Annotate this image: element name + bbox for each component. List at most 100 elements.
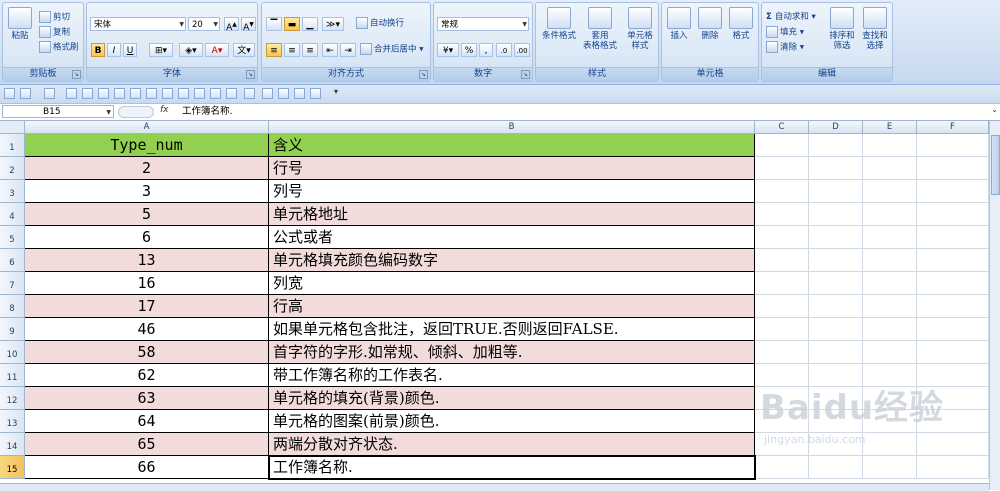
empty-cell[interactable] — [755, 364, 809, 387]
cell-styles-button[interactable]: 单元格 样式 — [622, 7, 658, 51]
toolbar-icon[interactable] — [178, 88, 189, 99]
cell-type-num[interactable]: 5 — [25, 203, 269, 226]
cell-type-num[interactable]: 2 — [25, 157, 269, 180]
conditional-format-button[interactable]: 条件格式 — [539, 7, 579, 41]
empty-cell[interactable] — [917, 456, 989, 479]
toolbar-icon[interactable] — [162, 88, 173, 99]
align-right-button[interactable]: ≡ — [302, 43, 318, 57]
row-header[interactable]: 7 — [0, 272, 25, 295]
column-header[interactable]: D — [809, 121, 863, 134]
empty-cell[interactable] — [755, 433, 809, 456]
alignment-launcher-icon[interactable]: ↘ — [419, 70, 428, 79]
empty-cell[interactable] — [809, 318, 863, 341]
font-size-combo[interactable]: 20 ▼ — [188, 17, 220, 31]
cell-meaning[interactable]: 单元格地址 — [269, 203, 755, 226]
cell-meaning[interactable]: 含义 — [269, 134, 755, 157]
empty-cell[interactable] — [809, 203, 863, 226]
empty-cell[interactable] — [755, 134, 809, 157]
cell-type-num[interactable]: 16 — [25, 272, 269, 295]
empty-cell[interactable] — [755, 272, 809, 295]
copy-button[interactable]: 复制 — [39, 26, 70, 39]
row-header[interactable]: 1 — [0, 134, 25, 157]
empty-cell[interactable] — [917, 134, 989, 157]
empty-cell[interactable] — [863, 341, 917, 364]
row-header[interactable]: 11 — [0, 364, 25, 387]
align-middle-button[interactable]: ▬ — [284, 17, 300, 31]
empty-cell[interactable] — [917, 226, 989, 249]
empty-cell[interactable] — [863, 456, 917, 479]
merge-center-button[interactable]: 合并后居中 ▾ — [360, 43, 423, 56]
toolbar-icon[interactable] — [210, 88, 221, 99]
fill-button[interactable]: 填充 ▾ — [766, 26, 804, 39]
vertical-scrollbar[interactable] — [989, 121, 1000, 490]
bold-button[interactable]: B — [91, 43, 105, 57]
cell-meaning[interactable]: 公式或者 — [269, 226, 755, 249]
font-color-button[interactable]: A▾ — [205, 43, 229, 57]
find-select-button[interactable]: 查找和 选择 — [858, 7, 892, 51]
empty-cell[interactable] — [809, 364, 863, 387]
empty-cell[interactable] — [755, 180, 809, 203]
align-bottom-button[interactable]: ▁ — [302, 17, 318, 31]
cell-type-num[interactable]: 62 — [25, 364, 269, 387]
empty-cell[interactable] — [917, 272, 989, 295]
toolbar-icon[interactable] — [194, 88, 205, 99]
empty-cell[interactable] — [755, 341, 809, 364]
cell-meaning[interactable]: 列宽 — [269, 272, 755, 295]
font-name-combo[interactable]: 宋体 ▼ — [90, 17, 186, 31]
empty-cell[interactable] — [809, 226, 863, 249]
toolbar-icon[interactable] — [114, 88, 125, 99]
empty-cell[interactable] — [917, 364, 989, 387]
format-painter-button[interactable]: 格式刷 — [39, 41, 79, 54]
fill-color-button[interactable]: ◈▾ — [179, 43, 203, 57]
expand-formula-icon[interactable]: ⌄ — [991, 105, 998, 114]
insert-button[interactable]: 插入 — [664, 7, 694, 41]
sort-filter-button[interactable]: 排序和 筛选 — [826, 7, 858, 51]
formula-input[interactable]: 工作簿名称. — [182, 105, 982, 118]
orientation-button[interactable]: ≫▾ — [322, 17, 344, 31]
delete-button[interactable]: 删除 — [695, 7, 725, 41]
increase-decimal-button[interactable]: .0 — [496, 43, 512, 57]
cell-meaning[interactable]: 工作簿名称. — [269, 456, 755, 479]
empty-cell[interactable] — [863, 433, 917, 456]
align-top-button[interactable]: ▔ — [266, 17, 282, 31]
empty-cell[interactable] — [917, 318, 989, 341]
undo-icon[interactable] — [20, 88, 31, 99]
empty-cell[interactable] — [917, 249, 989, 272]
row-header[interactable]: 5 — [0, 226, 25, 249]
empty-cell[interactable] — [809, 410, 863, 433]
empty-cell[interactable] — [809, 341, 863, 364]
fx-button[interactable]: fx — [160, 105, 169, 115]
row-header[interactable]: 13 — [0, 410, 25, 433]
empty-cell[interactable] — [809, 249, 863, 272]
cell-type-num[interactable]: 17 — [25, 295, 269, 318]
wrap-text-button[interactable]: 自动换行 — [356, 17, 404, 30]
decrease-indent-button[interactable]: ⇤ — [322, 43, 338, 57]
column-header[interactable]: B — [269, 121, 755, 134]
empty-cell[interactable] — [755, 203, 809, 226]
empty-cell[interactable] — [809, 433, 863, 456]
empty-cell[interactable] — [863, 364, 917, 387]
cell-type-num[interactable]: 63 — [25, 387, 269, 410]
select-all-corner[interactable] — [0, 121, 25, 134]
cell-type-num[interactable]: 58 — [25, 341, 269, 364]
empty-cell[interactable] — [863, 134, 917, 157]
empty-cell[interactable] — [917, 341, 989, 364]
row-header[interactable]: 2 — [0, 157, 25, 180]
column-header[interactable]: E — [863, 121, 917, 134]
shrink-font-button[interactable]: A▼ — [241, 17, 256, 33]
redo-icon[interactable] — [44, 88, 55, 99]
save-icon[interactable] — [4, 88, 15, 99]
empty-cell[interactable] — [917, 180, 989, 203]
cell-type-num[interactable]: 13 — [25, 249, 269, 272]
row-header[interactable]: 4 — [0, 203, 25, 226]
cell-type-num[interactable]: 6 — [25, 226, 269, 249]
empty-cell[interactable] — [809, 387, 863, 410]
paste-button[interactable]: 粘贴 — [5, 7, 35, 41]
empty-cell[interactable] — [863, 410, 917, 433]
empty-cell[interactable] — [755, 157, 809, 180]
toolbar-icon[interactable] — [146, 88, 157, 99]
toolbar-icon[interactable] — [226, 88, 237, 99]
currency-button[interactable]: ¥▾ — [437, 43, 459, 57]
underline-button[interactable]: U — [123, 43, 137, 57]
empty-cell[interactable] — [809, 272, 863, 295]
